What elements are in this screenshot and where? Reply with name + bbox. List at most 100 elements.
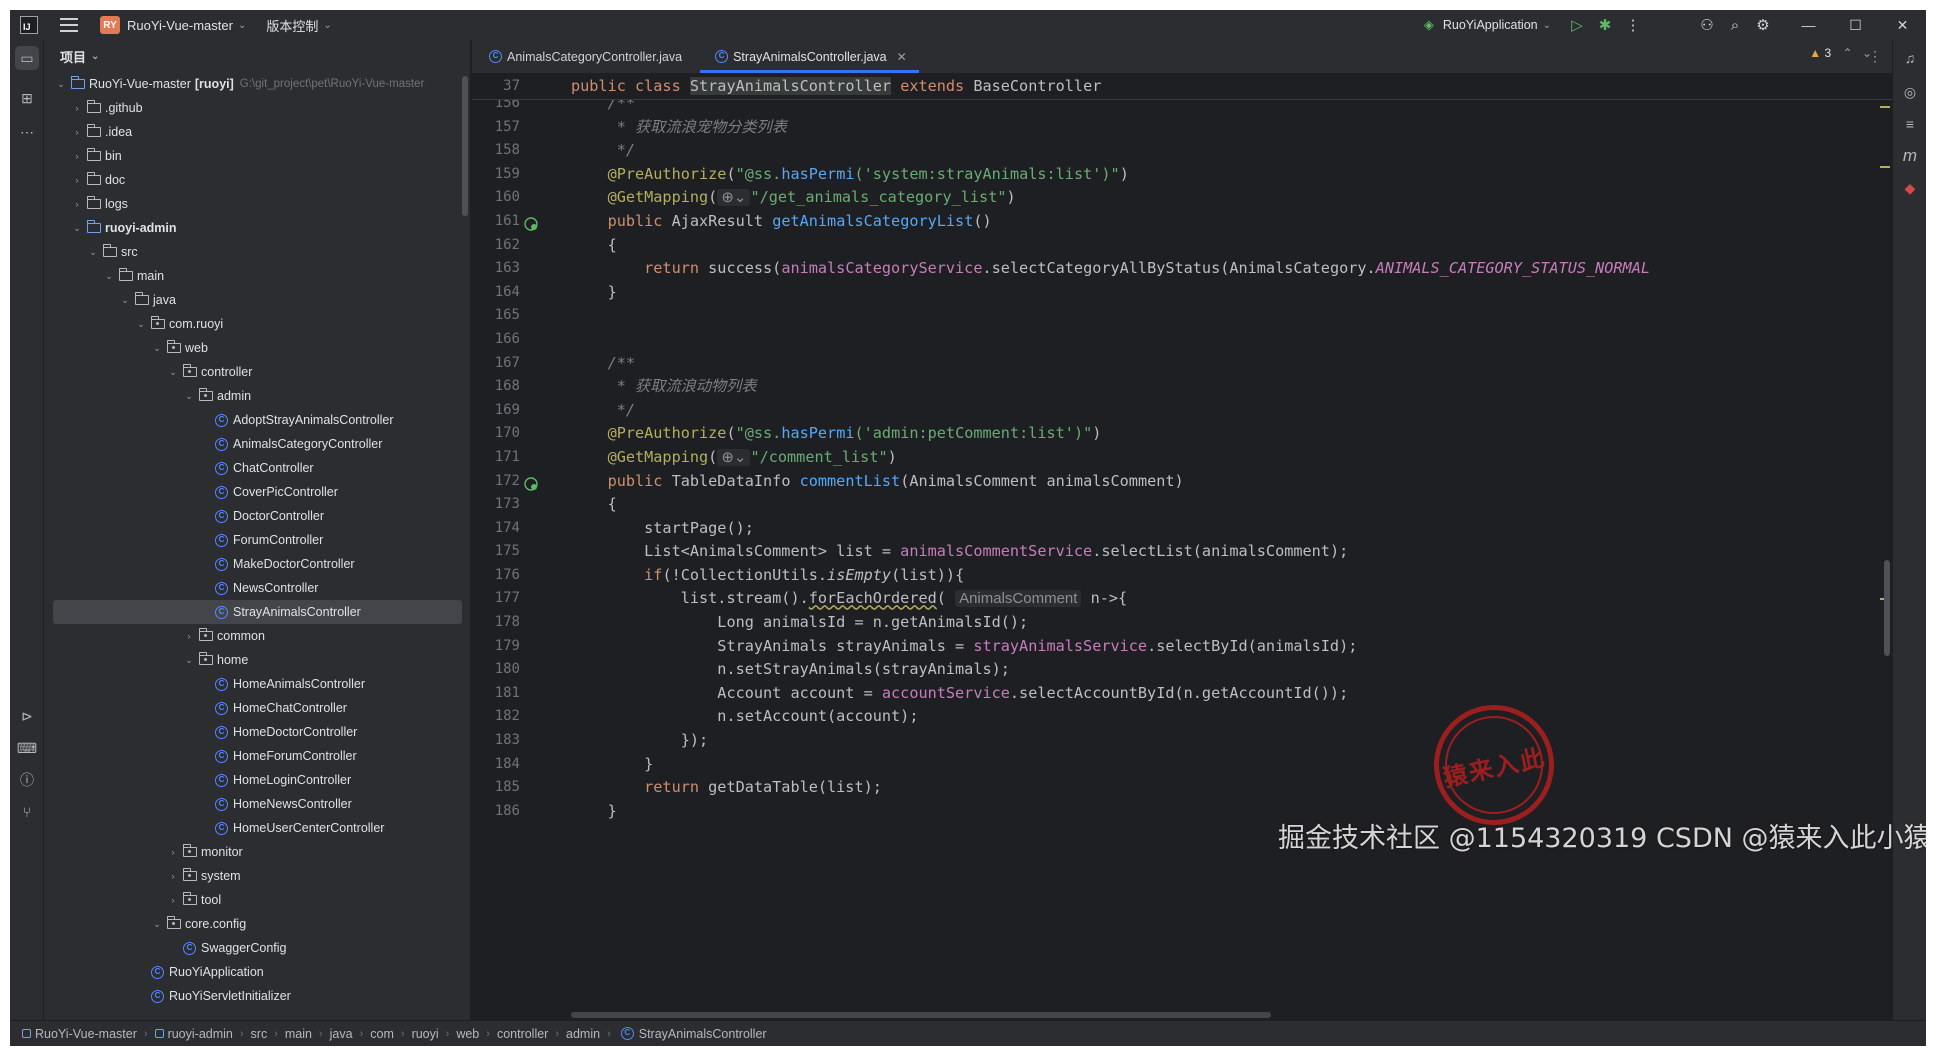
expand-arrow-icon[interactable]: ⌄ — [166, 367, 180, 378]
tree-item-folder[interactable]: ⌄ main — [44, 264, 462, 288]
code-line[interactable]: 159 @PreAuthorize("@ss.hasPermi('system:… — [472, 163, 1892, 187]
chevron-down-icon[interactable]: ⌄ — [323, 20, 331, 31]
tree-item-class[interactable]: C HomeLoginController — [44, 768, 462, 792]
database-icon[interactable]: ≡ — [1898, 112, 1922, 136]
code-line[interactable]: 157 * 获取流浪宠物分类列表 — [472, 116, 1892, 140]
close-window-button[interactable]: ✕ — [1879, 10, 1926, 40]
code-line[interactable]: 167 /** — [472, 352, 1892, 376]
tree-item-class[interactable]: C HomeAnimalsController — [44, 672, 462, 696]
sticky-line[interactable]: 37 public class StrayAnimalsController ex… — [472, 75, 1892, 99]
code-line[interactable]: 176 if(!CollectionUtils.isEmpty(list)){ — [472, 564, 1892, 588]
tree-item-class[interactable]: C HomeChatController — [44, 696, 462, 720]
tree-item-class[interactable]: C ChatController — [44, 456, 462, 480]
tab-stray-animals-controller[interactable]: C StrayAnimalsController.java ✕ — [700, 40, 919, 73]
expand-arrow-icon[interactable]: ⌄ — [134, 319, 148, 330]
run-icon[interactable]: ▷ — [1563, 10, 1591, 40]
maven-icon[interactable]: m — [1898, 144, 1922, 168]
vcs-menu[interactable]: 版本控制 — [266, 16, 318, 35]
problems-icon[interactable]: ⓘ — [15, 768, 39, 792]
code-line[interactable]: 166 — [472, 328, 1892, 352]
breadcrumb-item[interactable]: controller — [497, 1027, 548, 1041]
tree-item-folder[interactable]: › bin — [44, 144, 462, 168]
tree-item-class[interactable]: C StrayAnimalsController — [53, 600, 462, 624]
collapse-arrow-icon[interactable]: › — [70, 199, 84, 209]
endpoint-globe-icon[interactable] — [524, 215, 538, 231]
project-panel-header[interactable]: 项目 ⌄ — [44, 40, 470, 72]
endpoint-globe-icon[interactable] — [524, 475, 538, 491]
code-line[interactable]: 185 return getDataTable(list); — [472, 776, 1892, 800]
breadcrumb-item[interactable]: main — [285, 1027, 312, 1041]
breadcrumb-item[interactable]: com — [370, 1027, 394, 1041]
warning-marker[interactable] — [1880, 166, 1890, 168]
tree-item-package[interactable]: ⌄ home — [44, 648, 462, 672]
mybatis-bird-icon[interactable]: ◆ — [1898, 176, 1922, 200]
tree-item-package[interactable]: › common — [44, 624, 462, 648]
collapse-arrow-icon[interactable]: › — [70, 151, 84, 161]
code-line[interactable]: 163 return success(animalsCategoryServic… — [472, 257, 1892, 281]
code-line[interactable]: 172 public TableDataInfo commentList(Ani… — [472, 470, 1892, 494]
chevron-up-icon[interactable]: ⌃ — [1843, 46, 1853, 60]
tree-item-app[interactable]: C RuoYiApplication — [44, 960, 462, 984]
tree-item-class[interactable]: C AdoptStrayAnimalsController — [44, 408, 462, 432]
breadcrumb-item[interactable]: java — [330, 1027, 353, 1041]
debug-icon[interactable]: ✱ — [1591, 10, 1619, 40]
tree-item-package[interactable]: › monitor — [44, 840, 462, 864]
code-line[interactable]: 180 n.setStrayAnimals(strayAnimals); — [472, 658, 1892, 682]
code-line[interactable]: 173 { — [472, 493, 1892, 517]
tree-item-class[interactable]: C ForumController — [44, 528, 462, 552]
collapse-arrow-icon[interactable]: › — [70, 103, 84, 113]
services-icon[interactable]: ⊳ — [15, 704, 39, 728]
project-folder-icon[interactable]: ▭ — [15, 46, 39, 70]
tree-item-folder[interactable]: › doc — [44, 168, 462, 192]
tree-item-class[interactable]: C SwaggerConfig — [44, 936, 462, 960]
tree-item-class[interactable]: C HomeForumController — [44, 744, 462, 768]
collapse-arrow-icon[interactable]: › — [70, 127, 84, 137]
tree-item-class[interactable]: C DoctorController — [44, 504, 462, 528]
breadcrumb-item[interactable]: web — [456, 1027, 479, 1041]
settings-gear-icon[interactable]: ⚙ — [1749, 10, 1777, 40]
sticky-class-header[interactable]: 37 public class StrayAnimalsController ex… — [472, 74, 1892, 100]
tree-item-module[interactable]: ⌄ ruoyi-admin — [44, 216, 462, 240]
search-icon[interactable]: ⌕ — [1721, 10, 1749, 40]
code-line[interactable]: 177 list.stream().forEachOrdered( Animal… — [472, 587, 1892, 611]
maximize-button[interactable]: ☐ — [1832, 10, 1879, 40]
code-line[interactable]: 165 — [472, 304, 1892, 328]
chevron-down-icon[interactable]: ⌄ — [91, 51, 99, 62]
tree-item-folder[interactable]: ⌄ src — [44, 240, 462, 264]
code-line[interactable]: 183 }); — [472, 729, 1892, 753]
tree-item-folder[interactable]: › .github — [44, 96, 462, 120]
code-line[interactable]: 160 @GetMapping(⊕⌄ "/get_animals_category… — [472, 186, 1892, 210]
tree-item-package[interactable]: ⌄ com.ruoyi — [44, 312, 462, 336]
editor-horizontal-scrollbar[interactable] — [571, 1012, 1271, 1018]
tree-item-class[interactable]: C HomeNewsController — [44, 792, 462, 816]
warning-marker[interactable] — [1880, 106, 1890, 108]
expand-arrow-icon[interactable]: ⌄ — [86, 247, 100, 258]
chevron-down-icon[interactable]: ⌄ — [1543, 20, 1551, 31]
expand-arrow-icon[interactable]: ⌄ — [182, 391, 196, 402]
inspection-widget[interactable]: ▲ 3 ⌃ ⌄ — [1809, 46, 1872, 60]
expand-arrow-icon[interactable]: ⌄ — [70, 223, 84, 234]
expand-arrow-icon[interactable]: ⌄ — [102, 271, 116, 282]
breadcrumb-item[interactable]: RuoYi-Vue-master — [35, 1027, 137, 1041]
structure-icon[interactable]: ⊞ — [15, 86, 39, 110]
notifications-bell-icon[interactable]: ♫ — [1898, 46, 1922, 70]
code-area[interactable]: 156 /** 157 * 获取流浪宠物分类列表 158 */159 @PreAut… — [472, 92, 1892, 823]
breadcrumb-item[interactable]: ruoyi — [412, 1027, 439, 1041]
git-icon[interactable]: ⑂ — [15, 800, 39, 824]
tree-item-folder[interactable]: › .idea — [44, 120, 462, 144]
collapse-arrow-icon[interactable]: › — [166, 847, 180, 857]
collapse-arrow-icon[interactable]: › — [166, 895, 180, 905]
terminal-icon[interactable]: ⌨ — [15, 736, 39, 760]
project-badge[interactable]: RY — [100, 16, 120, 34]
code-line[interactable]: 184 } — [472, 753, 1892, 777]
tree-item-class[interactable]: C MakeDoctorController — [44, 552, 462, 576]
tree-item-package[interactable]: ⌄ core.config — [44, 912, 462, 936]
more-tools-icon[interactable]: ⋯ — [15, 120, 39, 144]
code-line[interactable]: 161 public AjaxResult getAnimalsCategory… — [472, 210, 1892, 234]
code-line[interactable]: 175 List<AnimalsComment> list = animalsC… — [472, 540, 1892, 564]
code-line[interactable]: 168 * 获取流浪动物列表 — [472, 375, 1892, 399]
tree-item-package[interactable]: ⌄ controller — [44, 360, 462, 384]
code-line[interactable]: 178 Long animalsId = n.getAnimalsId(); — [472, 611, 1892, 635]
collapse-arrow-icon[interactable]: › — [182, 631, 196, 641]
project-scrollbar[interactable] — [462, 76, 468, 216]
